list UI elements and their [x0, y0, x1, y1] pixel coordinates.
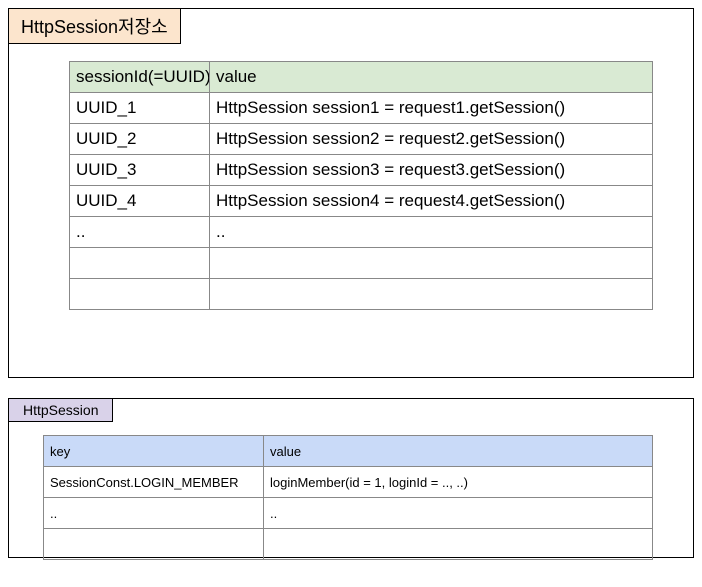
table-row: [70, 248, 653, 279]
panel-tab-store: HttpSession저장소: [8, 8, 181, 44]
table-row: UUID_2 HttpSession session2 = request2.g…: [70, 124, 653, 155]
table-row: UUID_4 HttpSession session4 = request4.g…: [70, 186, 653, 217]
cell-session-id: [70, 279, 210, 310]
cell-session-id: UUID_1: [70, 93, 210, 124]
cell-value: [210, 248, 653, 279]
cell-session-id: ..: [70, 217, 210, 248]
cell-key: [44, 529, 264, 560]
panel2-inner: key value SessionConst.LOGIN_MEMBER logi…: [9, 399, 693, 560]
table-row: SessionConst.LOGIN_MEMBER loginMember(id…: [44, 467, 653, 498]
panel-tab-session: HttpSession: [8, 398, 113, 422]
cell-session-id: UUID_2: [70, 124, 210, 155]
header-value: value: [210, 62, 653, 93]
http-session-panel: HttpSession key value SessionConst.LOGIN…: [8, 398, 694, 558]
cell-value: loginMember(id = 1, loginId = .., ..): [264, 467, 653, 498]
table-header-row: sessionId(=UUID) value: [70, 62, 653, 93]
cell-value: [264, 529, 653, 560]
table-row: .. ..: [44, 498, 653, 529]
cell-value: HttpSession session1 = request1.getSessi…: [210, 93, 653, 124]
table-header-row: key value: [44, 436, 653, 467]
session-table: key value SessionConst.LOGIN_MEMBER logi…: [43, 435, 653, 560]
table-row: .. ..: [70, 217, 653, 248]
session-store-table: sessionId(=UUID) value UUID_1 HttpSessio…: [69, 61, 653, 310]
panel1-inner: sessionId(=UUID) value UUID_1 HttpSessio…: [9, 9, 693, 310]
table-row: UUID_1 HttpSession session1 = request1.g…: [70, 93, 653, 124]
cell-session-id: UUID_3: [70, 155, 210, 186]
cell-value: [210, 279, 653, 310]
cell-value: HttpSession session3 = request3.getSessi…: [210, 155, 653, 186]
http-session-store-panel: HttpSession저장소 sessionId(=UUID) value UU…: [8, 8, 694, 378]
cell-key: ..: [44, 498, 264, 529]
cell-value: HttpSession session2 = request2.getSessi…: [210, 124, 653, 155]
cell-value: ..: [210, 217, 653, 248]
header-session-id: sessionId(=UUID): [70, 62, 210, 93]
cell-session-id: UUID_4: [70, 186, 210, 217]
cell-session-id: [70, 248, 210, 279]
table-row: [70, 279, 653, 310]
table-row: [44, 529, 653, 560]
cell-key: SessionConst.LOGIN_MEMBER: [44, 467, 264, 498]
cell-value: HttpSession session4 = request4.getSessi…: [210, 186, 653, 217]
header-value: value: [264, 436, 653, 467]
cell-value: ..: [264, 498, 653, 529]
header-key: key: [44, 436, 264, 467]
table-row: UUID_3 HttpSession session3 = request3.g…: [70, 155, 653, 186]
